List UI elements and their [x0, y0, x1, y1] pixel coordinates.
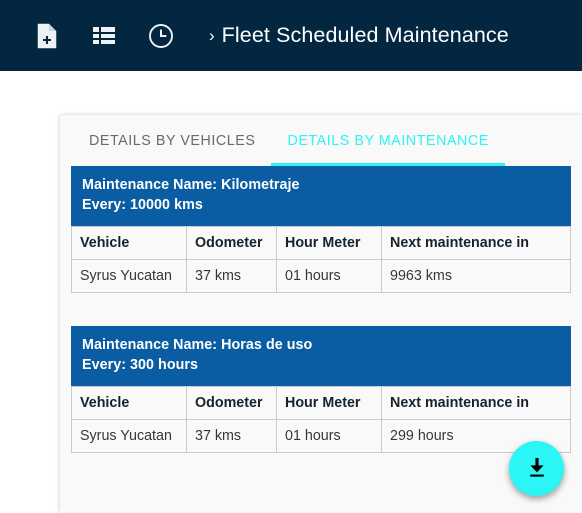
maintenance-block-header: Maintenance Name: Kilometraje Every: 100… [71, 166, 571, 226]
document-add-icon[interactable] [30, 19, 64, 53]
chevron-right-icon: › [209, 26, 215, 45]
cell-vehicle: Syrus Yucatan [71, 418, 187, 453]
cell-vehicle: Syrus Yucatan [71, 258, 187, 293]
cell-next-maintenance: 9963 kms [381, 258, 571, 293]
app-bar: › Fleet Scheduled Maintenance [0, 0, 582, 71]
column-header-hour-meter: Hour Meter [276, 385, 382, 420]
maintenance-table: Vehicle Odometer Hour Meter Next mainten… [71, 225, 571, 293]
page-body: DETAILS BY VEHICLES DETAILS BY MAINTENAN… [0, 71, 582, 513]
maintenance-interval: Every: 10000 kms [82, 197, 203, 214]
maintenance-block: Maintenance Name: Kilometraje Every: 100… [60, 166, 582, 293]
column-header-odometer: Odometer [186, 225, 277, 260]
download-icon [524, 454, 550, 483]
cell-odometer: 37 kms [186, 258, 277, 293]
table-row[interactable]: Syrus Yucatan 37 kms 01 hours 299 hours [71, 418, 571, 453]
maintenance-interval: Every: 300 hours [82, 357, 199, 374]
table-header-row: Vehicle Odometer Hour Meter Next mainten… [71, 225, 571, 260]
column-header-next-maintenance: Next maintenance in [381, 385, 571, 420]
cell-hour-meter: 01 hours [276, 418, 382, 453]
table-header-row: Vehicle Odometer Hour Meter Next mainten… [71, 385, 571, 420]
page-title: Fleet Scheduled Maintenance [221, 23, 509, 47]
maintenance-table: Vehicle Odometer Hour Meter Next mainten… [71, 385, 571, 453]
cell-odometer: 37 kms [186, 418, 277, 453]
column-header-hour-meter: Hour Meter [276, 225, 382, 260]
column-header-vehicle: Vehicle [71, 225, 187, 260]
table-list-icon[interactable] [87, 19, 121, 53]
breadcrumb: › Fleet Scheduled Maintenance [209, 23, 509, 48]
cell-hour-meter: 01 hours [276, 258, 382, 293]
maintenance-name: Maintenance Name: Kilometraje [82, 177, 300, 193]
column-header-vehicle: Vehicle [71, 385, 187, 420]
tab-details-by-maintenance[interactable]: DETAILS BY MAINTENANCE [271, 115, 506, 166]
table-row[interactable]: Syrus Yucatan 37 kms 01 hours 9963 kms [71, 258, 571, 293]
tab-bar: DETAILS BY VEHICLES DETAILS BY MAINTENAN… [60, 115, 582, 166]
maintenance-block-header: Maintenance Name: Horas de uso Every: 30… [71, 325, 571, 386]
download-button[interactable] [509, 441, 564, 496]
tab-details-by-vehicles[interactable]: DETAILS BY VEHICLES [73, 115, 271, 166]
content-card: DETAILS BY VEHICLES DETAILS BY MAINTENAN… [60, 115, 582, 513]
column-header-odometer: Odometer [186, 385, 277, 420]
maintenance-block: Maintenance Name: Horas de uso Every: 30… [60, 325, 582, 453]
column-header-next-maintenance: Next maintenance in [381, 225, 571, 260]
maintenance-name: Maintenance Name: Horas de uso [82, 336, 313, 353]
clock-icon[interactable] [144, 19, 178, 53]
